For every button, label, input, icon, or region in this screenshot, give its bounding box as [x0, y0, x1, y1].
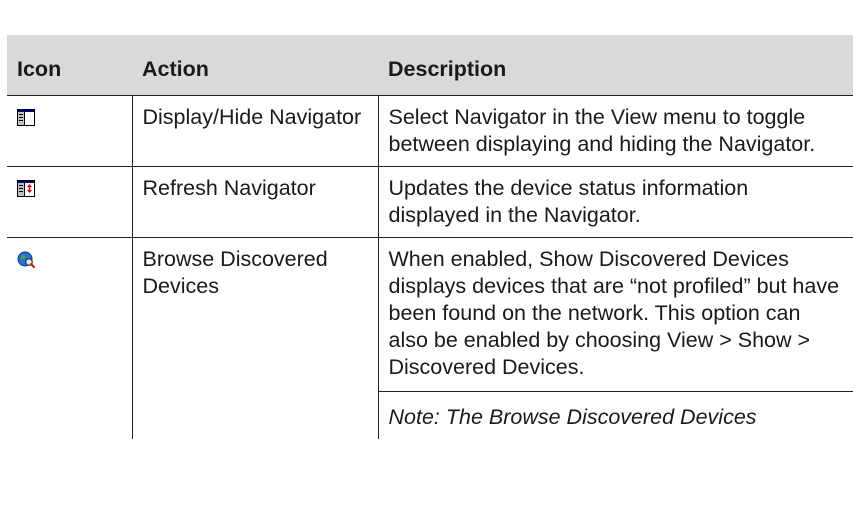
navigator-pane-icon — [17, 106, 35, 126]
note-row: Note: The Browse Discovered Devices — [378, 391, 853, 431]
note-text: Note: The Browse Discovered Devices — [388, 405, 757, 429]
description-cell: When enabled, Show Discovered Devices di… — [377, 237, 853, 439]
icon-cell — [7, 95, 133, 167]
header-action: Action — [142, 57, 209, 81]
table-row: Browse Discovered Devices When enabled, … — [7, 237, 853, 439]
page-top-margin — [0, 0, 853, 34]
table-row: Refresh Navigator Updates the device sta… — [7, 166, 853, 238]
refresh-navigator-icon — [17, 177, 35, 197]
icon-cell — [7, 237, 133, 439]
header-description: Description — [388, 57, 507, 81]
action-cell: Refresh Navigator — [131, 166, 379, 238]
description-cell: Select Navigator in the View menu to tog… — [377, 95, 853, 167]
action-cell: Display/Hide Navigator — [131, 95, 379, 167]
table-header-row: Icon Action Description — [7, 35, 853, 96]
description-text: When enabled, Show Discovered Devices di… — [388, 247, 840, 379]
icon-cell — [7, 166, 133, 238]
globe-magnifier-icon — [17, 248, 36, 269]
header-icon: Icon — [17, 57, 62, 81]
action-cell: Browse Discovered Devices — [131, 237, 379, 439]
description-cell: Updates the device status information di… — [377, 166, 853, 238]
table-row: Display/Hide Navigator Select Navigator … — [7, 95, 853, 167]
toolbar-icon-table: Icon Action Description Display/Hide Nav… — [7, 35, 853, 439]
